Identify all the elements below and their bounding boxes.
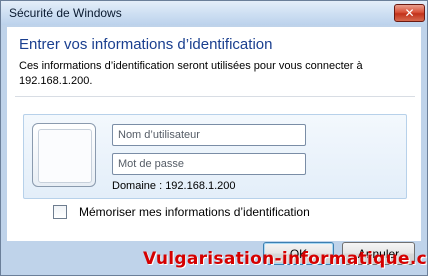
credential-dialog: Sécurité de Windows ✕ Entrer vos informa… xyxy=(0,0,428,276)
password-input[interactable] xyxy=(112,153,306,175)
window-title: Sécurité de Windows xyxy=(9,6,122,20)
dialog-description: Ces informations d’identification seront… xyxy=(19,60,363,87)
close-button[interactable]: ✕ xyxy=(394,4,425,22)
page-title: Entrer vos informations d’identification xyxy=(19,36,273,53)
remember-label[interactable]: Mémoriser mes informations d’identificat… xyxy=(79,205,310,219)
user-tile-frame xyxy=(38,129,92,183)
header-divider xyxy=(15,96,415,97)
domain-label: Domaine : 192.168.1.200 xyxy=(112,180,236,192)
remember-checkbox[interactable] xyxy=(53,205,67,219)
credential-tile: Domaine : 192.168.1.200 xyxy=(23,114,407,199)
dialog-content: Entrer vos informations d’identification… xyxy=(7,27,421,241)
username-input[interactable] xyxy=(112,124,306,146)
user-tile-icon xyxy=(32,123,96,187)
site-watermark: Vulgarisation-informatique.com xyxy=(143,249,428,269)
remember-credentials[interactable]: Mémoriser mes informations d’identificat… xyxy=(53,205,310,219)
title-bar[interactable]: Sécurité de Windows ✕ xyxy=(1,1,427,25)
close-icon: ✕ xyxy=(404,6,415,20)
